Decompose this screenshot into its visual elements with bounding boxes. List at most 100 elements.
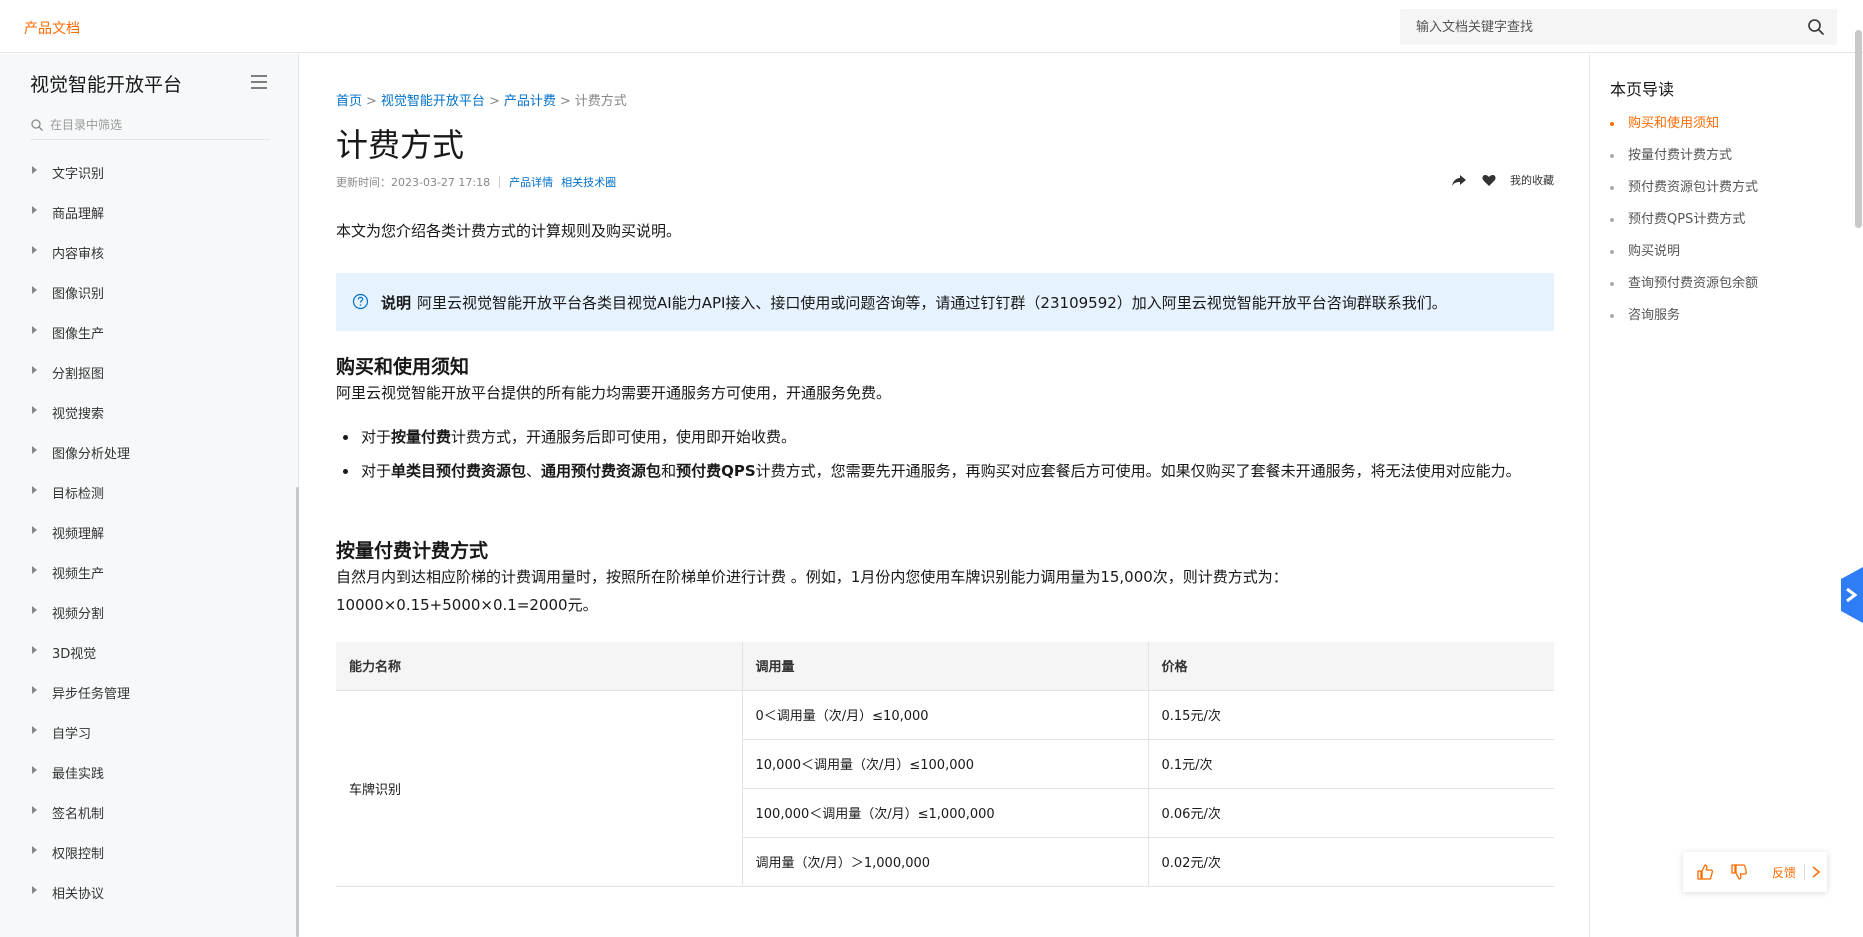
sidebar-item[interactable]: 分割抠图 <box>0 352 290 392</box>
toc-item-active[interactable]: 购买和使用须知 <box>1610 116 1758 148</box>
page-toc: 本页导读 购买和使用须知 按量付费计费方式 预付费资源包计费方式 预付费QPS计… <box>1589 54 1863 937</box>
sidebar-item[interactable]: 商品理解 <box>0 192 290 232</box>
price-cell: 0.02元/次 <box>1148 837 1554 887</box>
list-item: 对于按量付费计费方式，开通服务后即可使用，使用即开始收费。 <box>336 423 1554 451</box>
sidebar-item[interactable]: 图像分析处理 <box>0 432 290 472</box>
main-content: 首页 > 视觉智能开放平台 > 产品计费 > 计费方式 计费方式 更新时间：2023-03-… <box>336 54 1554 937</box>
caret-right-icon <box>32 206 37 214</box>
sidebar-nav: 文字识别 商品理解 内容审核 图像识别 图像生产 分割抠图 视觉搜索 图像分析处… <box>0 152 290 912</box>
breadcrumb-current: 计费方式 <box>574 94 627 109</box>
caret-right-icon <box>32 406 37 414</box>
note-text: 阿里云视觉智能开放平台各类目视觉AI能力API接入、接口使用或问题咨询等，请通过… <box>417 294 1447 312</box>
sidebar-item-label: 视频生产 <box>52 567 105 582</box>
sidebar-item[interactable]: 图像识别 <box>0 272 290 312</box>
pricing-table: 能力名称 调用量 价格 车牌识别 0＜调用量（次/月）≤10,000 0.15元… <box>336 642 1554 887</box>
intro-text: 本文为您介绍各类计费方式的计算规则及购买说明。 <box>336 222 682 240</box>
toc-item[interactable]: 咨询服务 <box>1610 308 1758 340</box>
breadcrumb: 首页 > 视觉智能开放平台 > 产品计费 > 计费方式 <box>336 90 627 109</box>
breadcrumb-home[interactable]: 首页 <box>336 94 362 109</box>
meta-divider <box>499 176 501 188</box>
caret-right-icon <box>32 446 37 454</box>
top-bar: 产品文档 <box>0 0 1863 53</box>
share-icon[interactable] <box>1451 172 1467 188</box>
menu-icon[interactable] <box>250 74 268 90</box>
table-row: 车牌识别 0＜调用量（次/月）≤10,000 0.15元/次 <box>336 690 1554 887</box>
volume-cell: 调用量（次/月）＞1,000,000 <box>742 837 1149 887</box>
chevron-right-icon[interactable] <box>1809 864 1823 880</box>
sidebar-item[interactable]: 签名机制 <box>0 792 290 832</box>
toc-item[interactable]: 查询预付费资源包余额 <box>1610 276 1758 308</box>
updated-time: 更新时间：2023-03-27 17:18 <box>336 176 491 189</box>
sidebar-item[interactable]: 最佳实践 <box>0 752 290 792</box>
section-payg-text: 自然月内到达相应阶梯的计费调用量时，按照所在阶梯单价进行计费 。例如，1月份内您… <box>336 568 1288 586</box>
favorite-button[interactable]: 我的收藏 <box>1510 174 1554 187</box>
sidebar-item[interactable]: 异步任务管理 <box>0 672 290 712</box>
product-detail-link[interactable]: 产品详情 <box>509 176 553 189</box>
purchase-bullets: 对于按量付费计费方式，开通服务后即可使用，使用即开始收费。 对于单类目预付费资源… <box>336 423 1554 491</box>
sidebar-scrollbar[interactable] <box>296 487 299 937</box>
ability-cell: 车牌识别 <box>336 690 743 887</box>
caret-right-icon <box>32 366 37 374</box>
breadcrumb-separator: > <box>366 94 377 109</box>
doc-search[interactable] <box>1400 9 1837 45</box>
sidebar-filter-input[interactable] <box>50 114 265 136</box>
breadcrumb-separator: > <box>559 94 571 109</box>
sidebar-title[interactable]: 视觉智能开放平台 <box>30 70 182 97</box>
thumbs-down-icon[interactable] <box>1730 863 1748 881</box>
toc-list: 购买和使用须知 按量付费计费方式 预付费资源包计费方式 预付费QPS计费方式 购… <box>1610 116 1758 340</box>
caret-right-icon <box>32 766 37 774</box>
sidebar-item[interactable]: 内容审核 <box>0 232 290 272</box>
sidebar-item[interactable]: 权限控制 <box>0 832 290 872</box>
page-scrollbar[interactable] <box>1855 30 1862 228</box>
caret-right-icon <box>32 806 37 814</box>
price-cell: 0.1元/次 <box>1148 739 1554 789</box>
toc-item[interactable]: 按量付费计费方式 <box>1610 148 1758 180</box>
caret-right-icon <box>32 246 37 254</box>
sidebar-item-label: 相关协议 <box>52 887 105 902</box>
toc-item[interactable]: 预付费资源包计费方式 <box>1610 180 1758 212</box>
toc-item[interactable]: 预付费QPS计费方式 <box>1610 212 1758 244</box>
tech-community-link[interactable]: 相关技术圈 <box>561 176 616 189</box>
volume-cell: 10,000＜调用量（次/月）≤100,000 <box>742 739 1149 789</box>
sidebar-item[interactable]: 视觉搜索 <box>0 392 290 432</box>
caret-right-icon <box>32 846 37 854</box>
question-circle-icon <box>352 293 369 310</box>
sidebar-item[interactable]: 视频理解 <box>0 512 290 552</box>
sidebar-item[interactable]: 文字识别 <box>0 152 290 192</box>
toc-item[interactable]: 购买说明 <box>1610 244 1758 276</box>
price-cell: 0.06元/次 <box>1148 788 1554 838</box>
sidebar-item[interactable]: 视频分割 <box>0 592 290 632</box>
sidebar-item-label: 视频理解 <box>52 527 105 542</box>
search-icon[interactable] <box>1807 18 1825 36</box>
breadcrumb-platform[interactable]: 视觉智能开放平台 <box>381 94 485 109</box>
volume-cell: 100,000＜调用量（次/月）≤1,000,000 <box>742 788 1149 838</box>
search-icon <box>31 119 43 131</box>
section-heading-purchase: 购买和使用须知 <box>336 356 470 378</box>
section-heading-payg: 按量付费计费方式 <box>336 540 489 562</box>
brand-link[interactable]: 产品文档 <box>24 18 80 38</box>
sidebar-item[interactable]: 图像生产 <box>0 312 290 352</box>
caret-right-icon <box>32 886 37 894</box>
heart-icon[interactable] <box>1481 172 1497 188</box>
doc-search-input[interactable] <box>1400 9 1780 45</box>
sidebar-item-label: 文字识别 <box>52 167 105 182</box>
sidebar-item-label: 图像分析处理 <box>52 447 131 462</box>
volume-cell: 0＜调用量（次/月）≤10,000 <box>742 690 1149 740</box>
article-tools: 我的收藏 <box>1451 172 1554 188</box>
list-item: 对于单类目预付费资源包、通用预付费资源包和预付费QPS计费方式，您需要先开通服务… <box>336 457 1554 485</box>
sidebar-item[interactable]: 视频生产 <box>0 552 290 592</box>
assistant-badge-icon[interactable] <box>1837 567 1863 623</box>
thumbs-up-icon[interactable] <box>1696 863 1714 881</box>
sidebar-item[interactable]: 自学习 <box>0 712 290 752</box>
sidebar-item-label: 图像生产 <box>52 327 105 342</box>
note-label: 说明 <box>381 294 412 312</box>
feedback-button[interactable]: 反馈 <box>1772 864 1796 881</box>
sidebar-item[interactable]: 目标检测 <box>0 472 290 512</box>
sidebar-filter[interactable] <box>30 112 270 140</box>
sidebar-item[interactable]: 相关协议 <box>0 872 290 912</box>
sidebar-item[interactable]: 3D视觉 <box>0 632 290 672</box>
sidebar-item-label: 视觉搜索 <box>52 407 105 422</box>
caret-right-icon <box>32 166 37 174</box>
breadcrumb-billing[interactable]: 产品计费 <box>504 94 556 109</box>
table-header: 调用量 <box>742 642 1149 691</box>
